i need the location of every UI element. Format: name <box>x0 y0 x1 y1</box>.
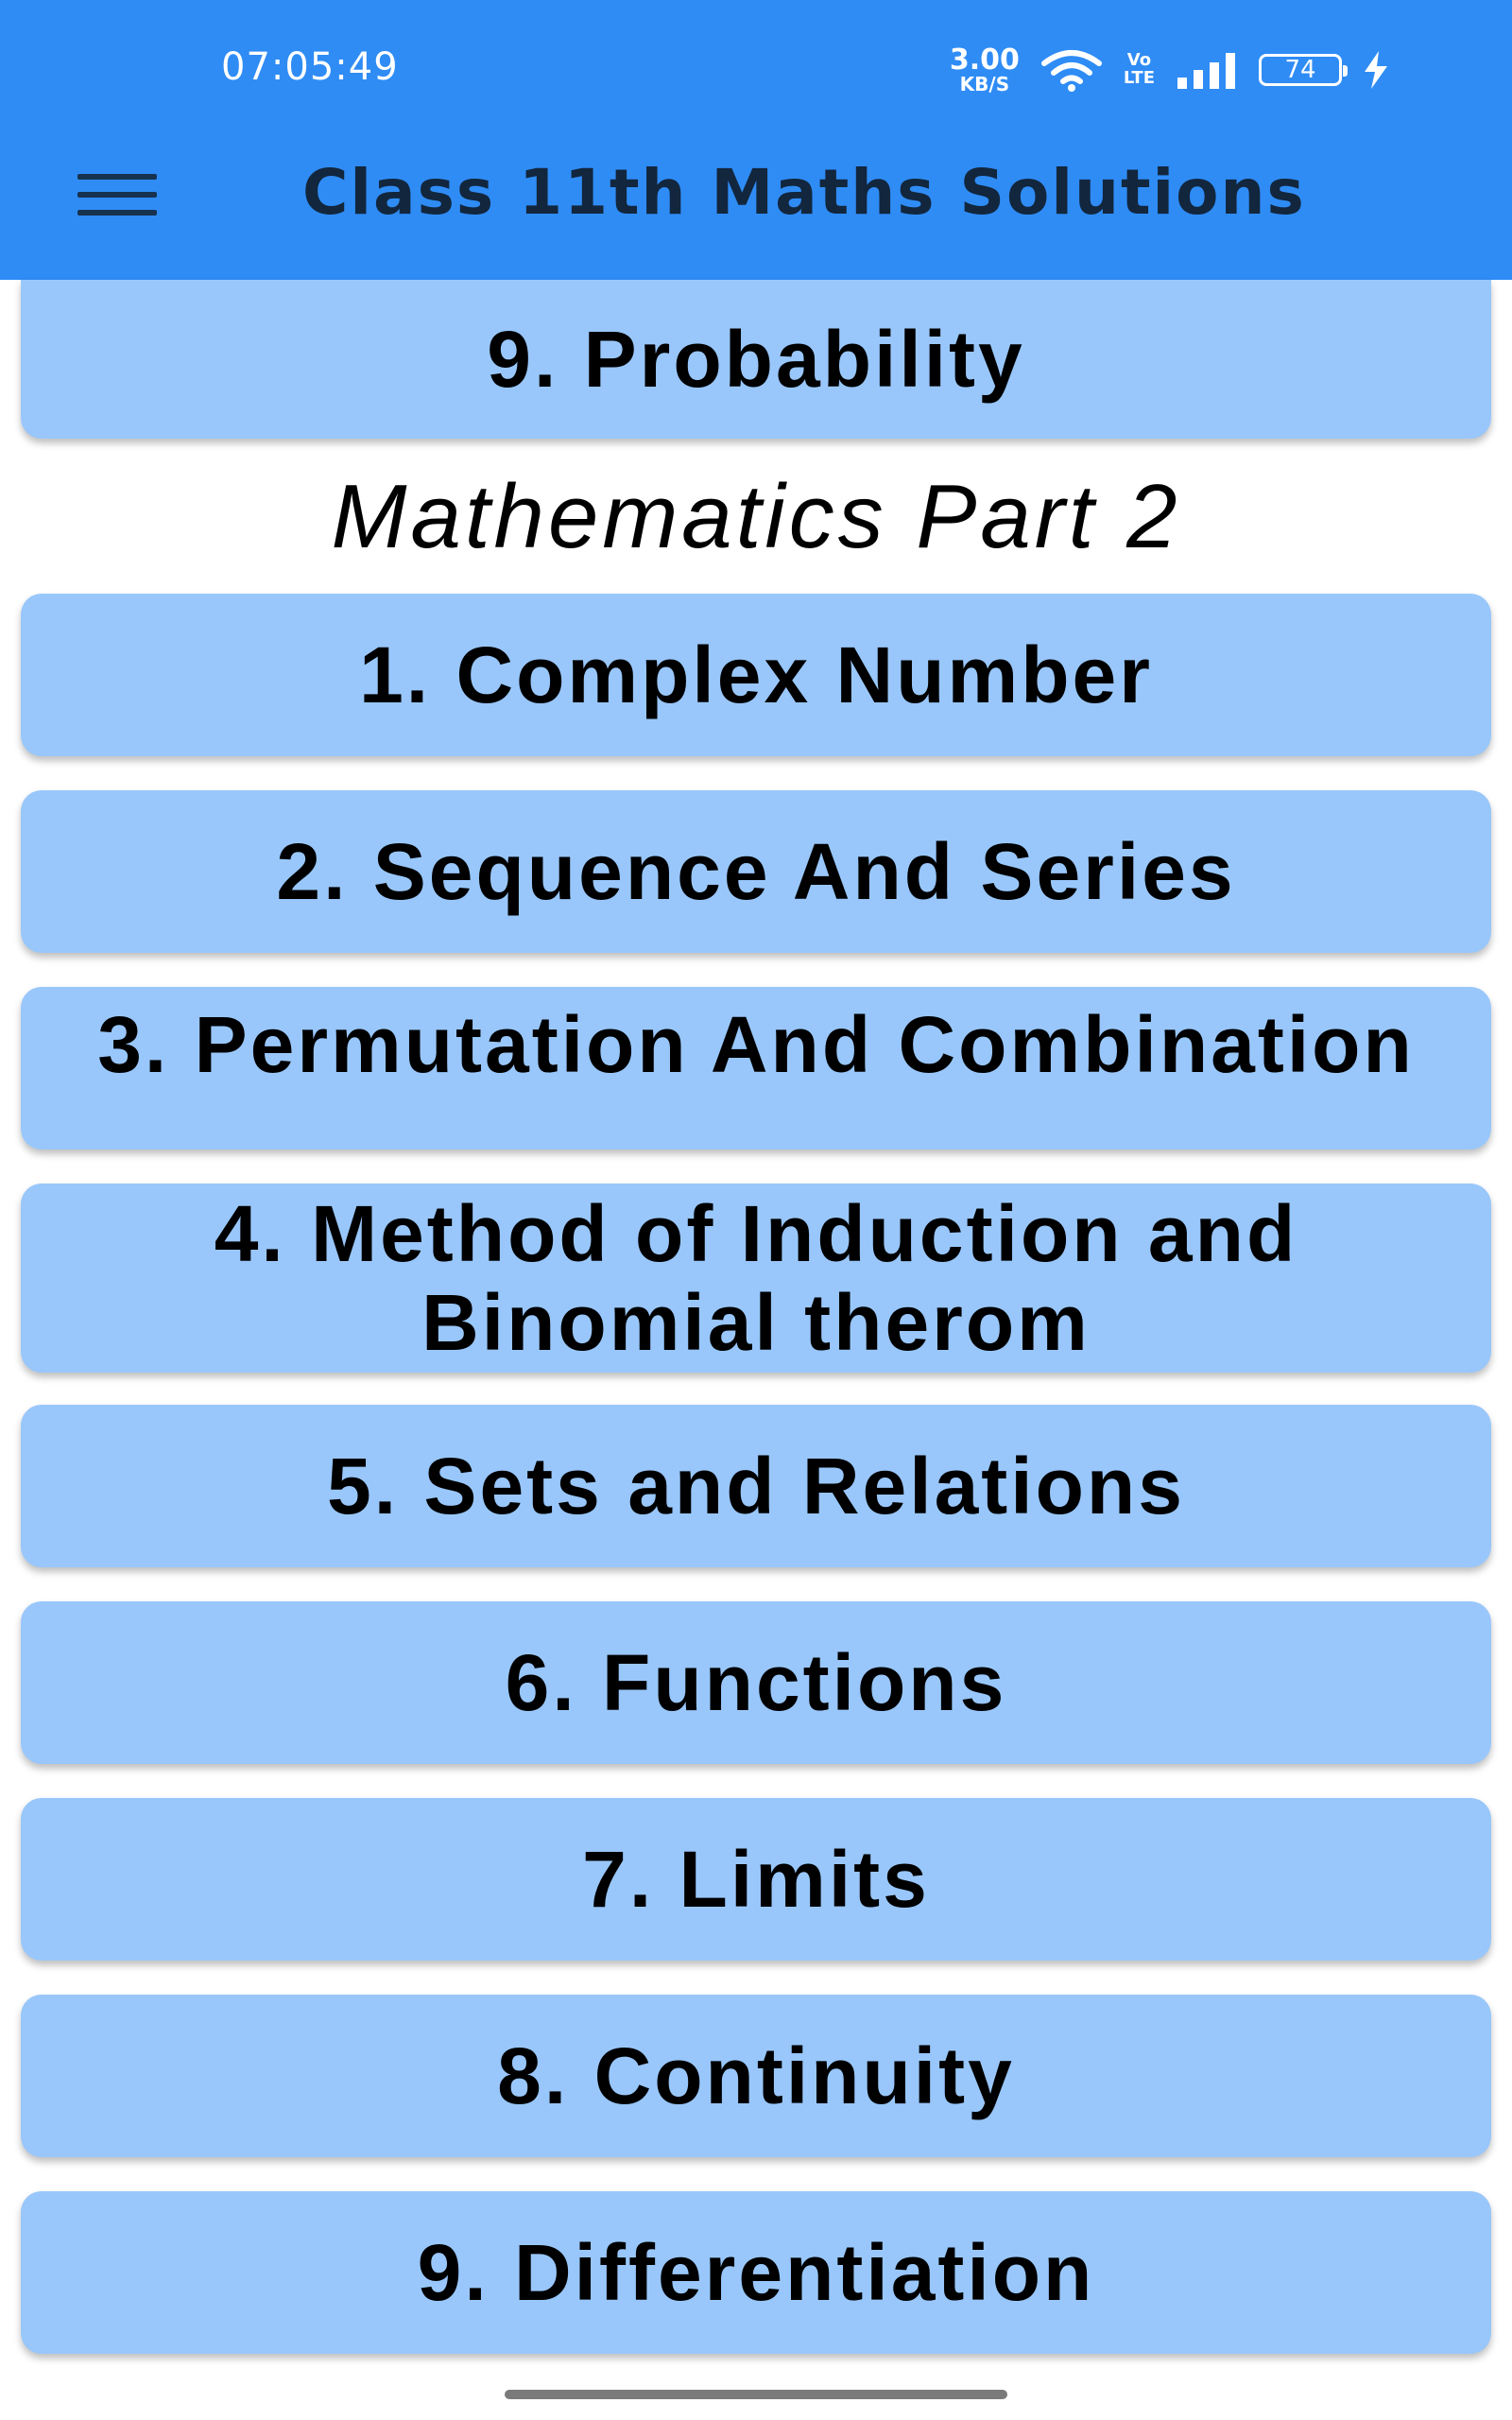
chapter-button-induction-binomial[interactable]: 4. Method of Induction and Binomial ther… <box>21 1184 1491 1373</box>
network-speed: 3.00 KB/S <box>949 43 1020 95</box>
signal-strength-icon <box>1177 53 1235 89</box>
chapter-label: 8. Continuity <box>497 2031 1015 2120</box>
chapter-button-differentiation[interactable]: 9. Differentiation <box>21 2191 1491 2354</box>
chapter-button-limits[interactable]: 7. Limits <box>21 1798 1491 1961</box>
chapter-label: 5. Sets and Relations <box>327 1442 1185 1530</box>
chapter-label: 9. Probability <box>487 315 1025 404</box>
status-icons: 3.00 KB/S Vo LTE 74 <box>949 43 1389 95</box>
chapter-button-functions[interactable]: 6. Functions <box>21 1601 1491 1764</box>
app-bar: 07:05:49 3.00 KB/S Vo LTE 74 Class 11th … <box>0 0 1512 280</box>
hamburger-line <box>77 210 157 216</box>
status-time: 07:05:49 <box>221 45 399 89</box>
chapter-label: 6. Functions <box>505 1638 1007 1727</box>
battery-level: 74 <box>1284 56 1316 84</box>
hamburger-line <box>77 192 157 198</box>
network-speed-value: 3.00 <box>949 43 1020 77</box>
chapter-button-continuity[interactable]: 8. Continuity <box>21 1995 1491 2157</box>
chapter-label: 4. Method of Induction and Binomial ther… <box>214 1189 1298 1367</box>
chapter-button-sequence-and-series[interactable]: 2. Sequence And Series <box>21 790 1491 953</box>
chapter-button-probability[interactable]: 9. Probability <box>21 280 1491 439</box>
section-heading: Mathematics Part 2 <box>331 466 1181 567</box>
chapter-label: 2. Sequence And Series <box>276 827 1236 916</box>
volte-indicator: Vo LTE <box>1123 51 1155 88</box>
gesture-nav-handle[interactable] <box>505 2390 1007 2399</box>
network-speed-unit: KB/S <box>959 73 1010 95</box>
chapter-button-sets-and-relations[interactable]: 5. Sets and Relations <box>21 1405 1491 1567</box>
hamburger-menu-icon[interactable] <box>77 174 157 216</box>
charging-bolt-icon <box>1365 51 1387 89</box>
battery-icon: 74 <box>1259 54 1348 86</box>
chapter-label: 1. Complex Number <box>359 631 1153 719</box>
chapter-button-permutation-and-combination[interactable]: 3. Permutation And Combination <box>21 987 1491 1150</box>
chapter-label: 9. Differentiation <box>417 2228 1095 2317</box>
chapter-label: 3. Permutation And Combination <box>97 1000 1415 1089</box>
app-title: Class 11th Maths Solutions <box>302 156 1306 229</box>
hamburger-line <box>77 174 157 180</box>
chapter-label: 7. Limits <box>582 1835 930 1924</box>
volte-bottom-text: LTE <box>1123 68 1155 88</box>
wifi-icon <box>1040 50 1102 92</box>
chapter-button-complex-number[interactable]: 1. Complex Number <box>21 594 1491 756</box>
